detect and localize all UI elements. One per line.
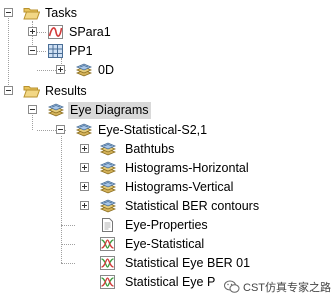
tree-label: Histograms-Horizontal — [125, 160, 249, 175]
result-folder-icon — [75, 62, 92, 78]
wechat-icon — [224, 280, 240, 293]
tree-label: Eye-Statistical — [125, 236, 205, 251]
tree-connector — [37, 32, 46, 33]
tree-label: 0D — [98, 62, 114, 77]
tree-connector — [61, 225, 75, 226]
collapse-toggle[interactable] — [28, 105, 37, 114]
folder-open-icon — [23, 83, 40, 99]
tree-label: Histograms-Vertical — [125, 179, 234, 194]
result-folder-icon — [99, 141, 116, 157]
tree-label: Results — [45, 83, 87, 98]
folder-open-icon — [23, 5, 40, 21]
result-folder-icon — [99, 198, 116, 214]
expand-toggle[interactable] — [28, 27, 37, 36]
eye-diagram-icon — [99, 255, 116, 271]
watermark: CST仿真专家之路 — [224, 279, 331, 295]
tree-connector — [37, 51, 46, 52]
expand-toggle[interactable] — [80, 163, 89, 172]
expand-toggle[interactable] — [80, 201, 89, 210]
collapse-toggle[interactable] — [4, 86, 13, 95]
curve-task-icon — [47, 24, 64, 40]
tree-label: SPara1 — [69, 24, 111, 39]
result-folder-icon — [47, 102, 64, 118]
collapse-toggle[interactable] — [56, 125, 65, 134]
expand-toggle[interactable] — [80, 144, 89, 153]
eye-diagram-icon — [99, 274, 116, 290]
expand-toggle[interactable] — [56, 65, 65, 74]
tree-label: PP1 — [69, 43, 93, 58]
watermark-text: CST仿真专家之路 — [243, 282, 331, 294]
grid-task-icon — [47, 43, 64, 59]
tree-connector — [61, 263, 75, 264]
result-folder-icon — [75, 122, 92, 138]
eye-diagram-icon — [99, 236, 116, 252]
tree-label: Eye-Properties — [125, 217, 208, 232]
tree-label: Statistical BER contours — [125, 198, 260, 213]
tree-label-selected: Eye Diagrams — [68, 101, 151, 119]
expand-toggle[interactable] — [80, 182, 89, 191]
collapse-toggle[interactable] — [4, 8, 13, 17]
document-icon — [99, 217, 116, 233]
tree-connector — [8, 13, 9, 91]
tree-label: Statistical Eye P — [125, 274, 216, 289]
tree-label: Bathtubs — [125, 141, 175, 156]
collapse-toggle[interactable] — [28, 46, 37, 55]
result-folder-icon — [99, 160, 116, 176]
result-folder-icon — [99, 179, 116, 195]
tree-label: Tasks — [45, 5, 77, 20]
tree-connector — [61, 244, 75, 245]
tree-label: Statistical Eye BER 01 — [125, 255, 251, 270]
tree-label: Eye-Statistical-S2,1 — [98, 122, 208, 137]
